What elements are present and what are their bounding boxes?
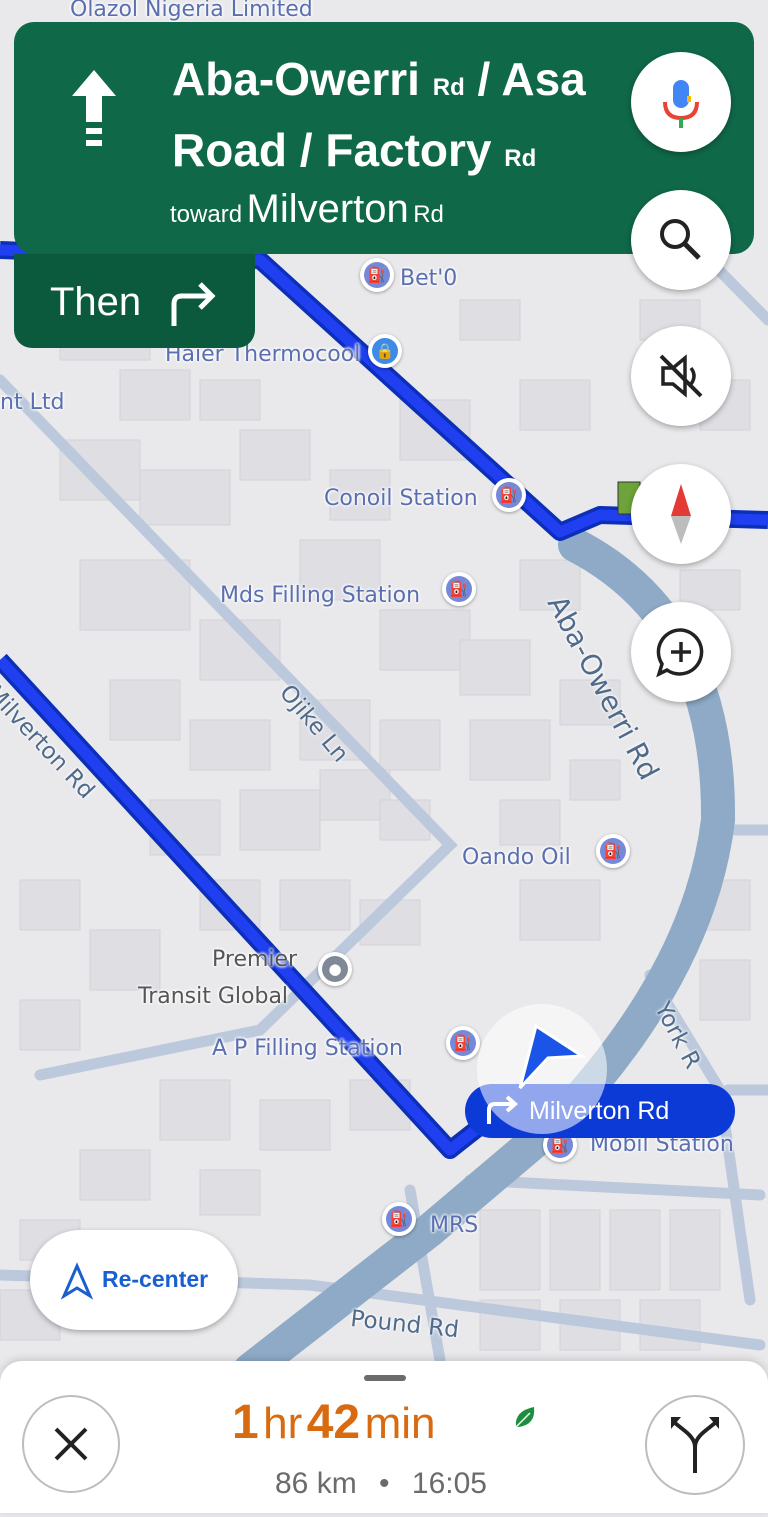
- map-label-premier[interactable]: Premier: [212, 947, 297, 972]
- fuel-pin-icon[interactable]: ⛽: [382, 1202, 416, 1236]
- fuel-pin-icon[interactable]: ⛽: [442, 572, 476, 606]
- compass-icon: [671, 484, 691, 544]
- map-label-conoil[interactable]: Conoil Station: [324, 486, 478, 511]
- trip-details: 86 km • 16:05: [275, 1467, 487, 1501]
- map-label-mds[interactable]: Mds Filling Station: [220, 583, 420, 608]
- navigation-arrow-icon: [518, 1023, 586, 1090]
- search-button[interactable]: [631, 190, 731, 290]
- compass-button[interactable]: [631, 464, 731, 564]
- exit-navigation-button[interactable]: [22, 1395, 120, 1493]
- current-street-name: Aba-Owerri Rd / Asa Road / Factory Rd: [172, 53, 586, 176]
- navigation-arrow-icon: [60, 1262, 94, 1300]
- route-fork-icon: [671, 1417, 719, 1473]
- map-label-oando[interactable]: Oando Oil: [462, 845, 571, 870]
- trip-summary-sheet[interactable]: 1 hr 42 min 86 km • 16:05: [0, 1361, 768, 1513]
- recenter-button[interactable]: Re-center: [30, 1230, 238, 1330]
- alternate-routes-button[interactable]: [645, 1395, 745, 1495]
- map-label-bet[interactable]: Bet'0: [400, 266, 457, 291]
- volume-off-icon: [659, 354, 703, 398]
- straight-arrow-icon: [72, 70, 116, 146]
- mute-button[interactable]: [631, 326, 731, 426]
- trip-distance: 86 km: [275, 1467, 357, 1500]
- map-label-mrs[interactable]: MRS: [430, 1213, 478, 1238]
- eco-leaf-icon: [515, 1407, 535, 1428]
- separator-dot: •: [379, 1467, 390, 1500]
- drag-handle[interactable]: [364, 1375, 406, 1381]
- microphone-icon: [663, 80, 699, 128]
- map-label-business[interactable]: Olazol Nigeria Limited: [70, 0, 313, 22]
- search-icon: [660, 219, 701, 260]
- trip-duration: 1 hr 42 min: [232, 1396, 436, 1449]
- map-label-transit[interactable]: Transit Global: [138, 984, 288, 1009]
- fuel-pin-icon[interactable]: ⛽: [360, 258, 394, 292]
- add-report-button[interactable]: [631, 602, 731, 702]
- toward-line: toward Milverton Rd: [170, 187, 444, 231]
- shopping-pin-icon[interactable]: 🔒: [368, 334, 402, 368]
- turn-right-icon: [171, 282, 216, 326]
- fuel-pin-icon[interactable]: ⛽: [596, 834, 630, 868]
- close-icon: [54, 1427, 88, 1461]
- map-label-ap[interactable]: A P Filling Station: [212, 1036, 403, 1061]
- recenter-label: Re-center: [102, 1266, 209, 1292]
- arrival-time: 16:05: [411, 1467, 487, 1500]
- fuel-pin-icon[interactable]: ⛽: [446, 1026, 480, 1060]
- then-label: Then: [50, 280, 142, 324]
- then-instruction: Then: [14, 254, 255, 348]
- voice-search-button[interactable]: [631, 52, 731, 152]
- map-label-ntltd[interactable]: nt Ltd: [0, 390, 64, 415]
- add-comment-icon: [656, 628, 704, 678]
- fuel-pin-icon[interactable]: ⛽: [492, 478, 526, 512]
- place-pin-icon[interactable]: ●: [318, 952, 352, 986]
